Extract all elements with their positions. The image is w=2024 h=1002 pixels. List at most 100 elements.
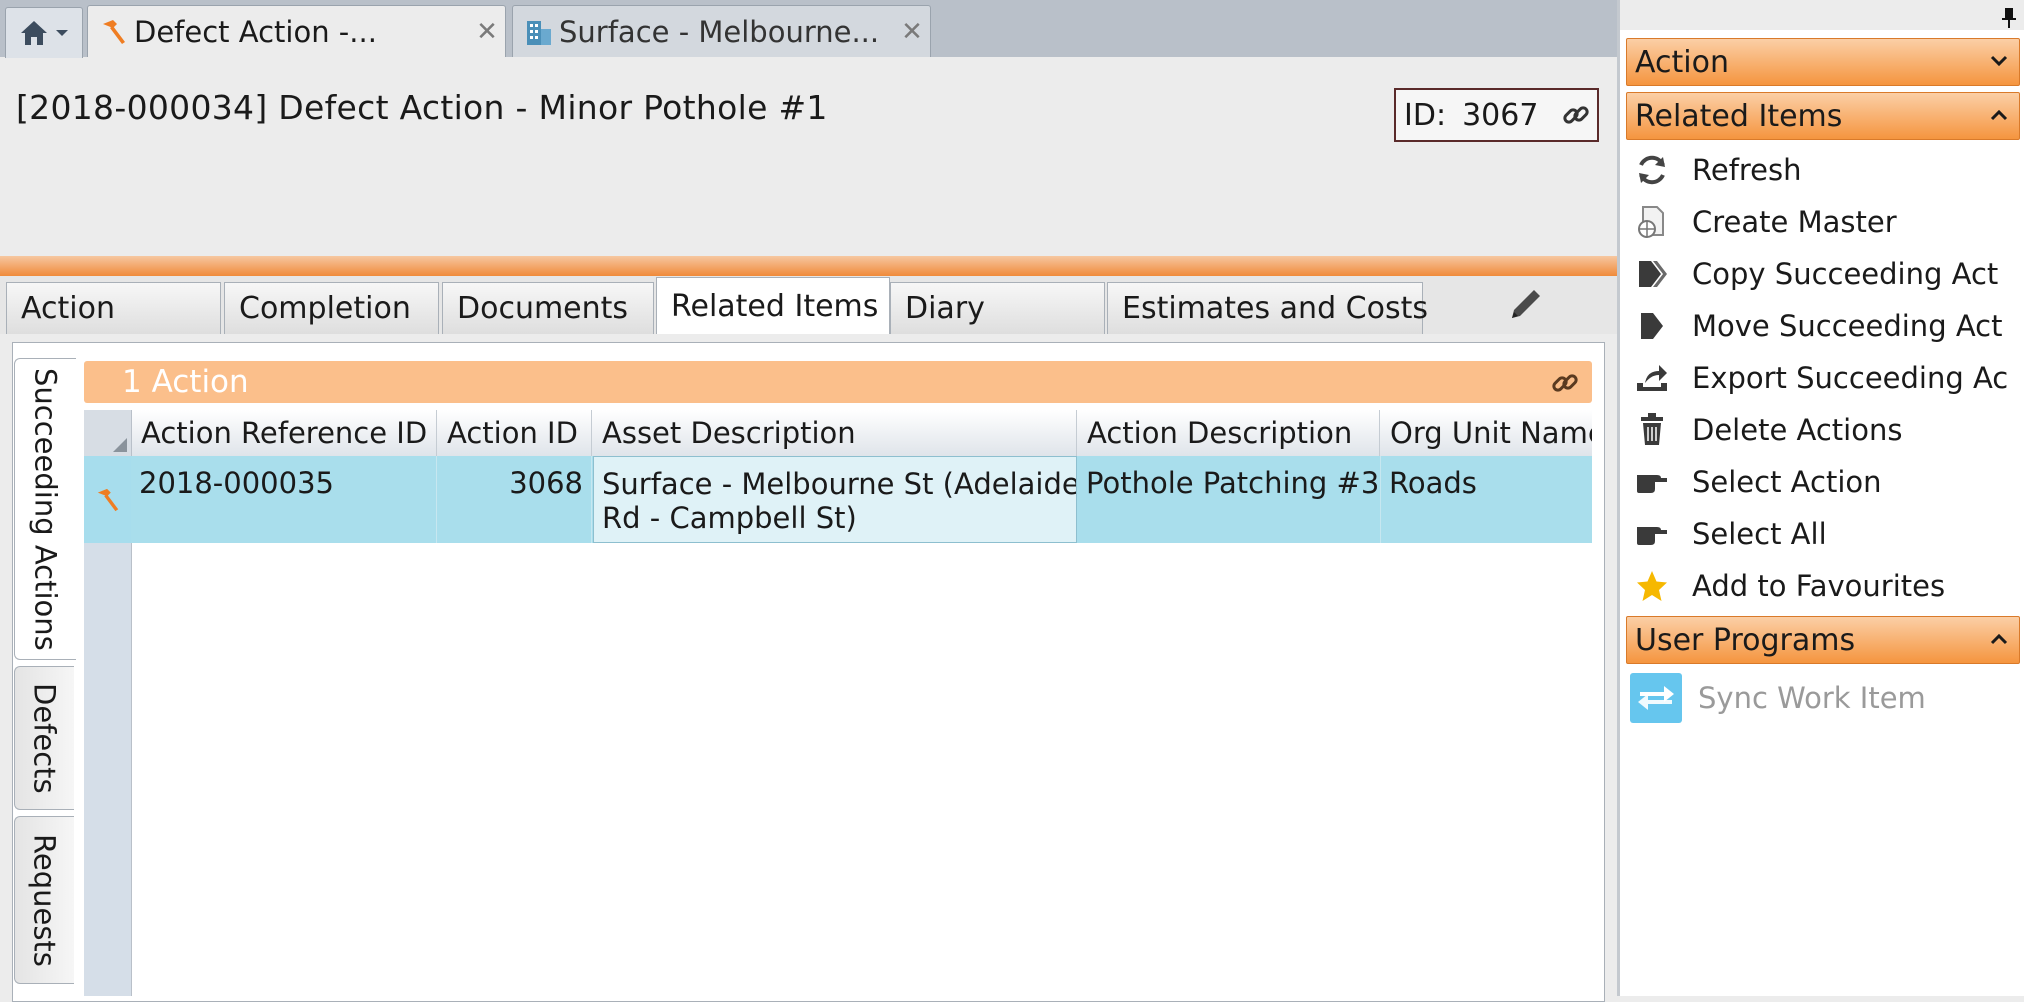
close-icon[interactable]: ✕: [894, 17, 930, 47]
tab-label: Estimates and Costs: [1122, 291, 1428, 326]
star-icon: [1630, 566, 1674, 606]
section-header-action[interactable]: Action: [1626, 38, 2020, 86]
cell-action-id[interactable]: 3068: [437, 456, 592, 543]
copy-succeeding-icon: [1630, 254, 1674, 294]
table-row[interactable]: 2018-000035 3068 Surface - Melbourne St …: [131, 456, 1592, 543]
menu-item-label: Create Master: [1692, 205, 1897, 239]
close-icon[interactable]: ✕: [469, 17, 505, 47]
column-header-action-id[interactable]: Action ID: [437, 410, 592, 456]
record-id-box: ID: 3067: [1394, 88, 1599, 142]
menu-item-move-succeeding[interactable]: Move Succeeding Act: [1626, 300, 2020, 352]
tab-label: Related Items: [671, 288, 879, 324]
menu-item-label: Add to Favourites: [1692, 569, 1946, 603]
tab-related-items[interactable]: Related Items: [656, 277, 890, 334]
doc-tab-label: Surface - Melbourne...: [559, 14, 880, 49]
tab-label: Action: [21, 291, 115, 326]
vtab-defects[interactable]: Defects: [14, 666, 74, 810]
id-value: 3067: [1462, 97, 1539, 133]
menu-item-label: Move Succeeding Act: [1692, 309, 2003, 343]
id-label: ID:: [1404, 97, 1447, 133]
doc-tab-defect-action[interactable]: Defect Action -... ✕: [87, 5, 506, 57]
tab-documents[interactable]: Documents: [442, 282, 654, 334]
section-label: User Programs: [1635, 622, 1856, 658]
column-header-action-description[interactable]: Action Description: [1077, 410, 1380, 456]
section-label: Related Items: [1635, 98, 1843, 134]
pointing-hand-icon: [1630, 462, 1674, 502]
chevron-up-icon: [1989, 629, 2009, 649]
move-succeeding-icon: [1630, 306, 1674, 346]
document-tab-bar: Defect Action -... ✕ Surface - Melbourne…: [0, 0, 1617, 58]
menu-item-sync-work-item[interactable]: Sync Work Item: [1626, 670, 2020, 726]
section-header-related-items[interactable]: Related Items: [1626, 92, 2020, 140]
cell-org-unit-name[interactable]: Roads: [1381, 456, 1592, 543]
refresh-icon: [1630, 150, 1674, 190]
menu-item-label: Delete Actions: [1692, 413, 1903, 447]
vtab-succeeding-actions[interactable]: Succeeding Actions: [14, 358, 76, 660]
section-header-user-programs[interactable]: User Programs: [1626, 616, 2020, 664]
chevron-down-icon: [1989, 51, 2009, 71]
menu-item-label: Export Succeeding Ac: [1692, 361, 2009, 395]
menu-item-refresh[interactable]: Refresh: [1626, 144, 2020, 196]
asset-description-line: Surface - Melbourne St (Adelaide: [602, 467, 1077, 501]
sync-icon: [1630, 673, 1682, 723]
menu-item-export-succeeding[interactable]: Export Succeeding Ac: [1626, 352, 2020, 404]
page-title: [2018-000034] Defect Action - Minor Poth…: [16, 88, 828, 127]
trash-icon: [1630, 410, 1674, 450]
tab-label: Diary: [905, 291, 985, 326]
cell-action-description[interactable]: Pothole Patching #3: [1078, 456, 1381, 543]
row-indicator[interactable]: [84, 456, 131, 543]
export-icon: [1630, 358, 1674, 398]
edit-pencil-icon[interactable]: [1506, 284, 1546, 324]
pin-icon[interactable]: [2002, 8, 2016, 28]
tab-label: Documents: [457, 291, 629, 326]
tab-diary[interactable]: Diary: [890, 282, 1105, 334]
column-header-asset-description[interactable]: Asset Description: [592, 410, 1077, 456]
side-action-panel: Action Related Items Refresh Create Mast…: [1617, 0, 2024, 996]
menu-item-add-to-favourites[interactable]: Add to Favourites: [1626, 560, 2020, 612]
menu-item-label: Sync Work Item: [1698, 681, 1926, 715]
tab-action[interactable]: Action: [6, 282, 221, 334]
column-header-org-unit-name[interactable]: Org Unit Name: [1380, 410, 1592, 456]
menu-item-create-master[interactable]: Create Master: [1626, 196, 2020, 248]
section-label: Action: [1635, 44, 1729, 80]
asset-description-line: Rd - Campbell St): [602, 501, 857, 535]
section-tab-bar: Action Completion Documents Related Item…: [0, 276, 1617, 334]
vtab-requests[interactable]: Requests: [14, 816, 74, 984]
column-header-action-reference-id[interactable]: Action Reference ID: [131, 410, 437, 456]
header-accent-strip: [0, 256, 1617, 276]
menu-item-select-all[interactable]: Select All: [1626, 508, 2020, 560]
building-icon: [525, 17, 553, 47]
menu-item-label: Select Action: [1692, 465, 1882, 499]
home-menu-button[interactable]: [5, 7, 83, 58]
home-icon: [19, 19, 49, 47]
hammer-icon: [100, 18, 128, 46]
cell-asset-description[interactable]: Surface - Melbourne St (Adelaide Rd - Ca…: [593, 456, 1077, 543]
chevron-down-icon: [55, 28, 69, 38]
menu-item-copy-succeeding[interactable]: Copy Succeeding Act: [1626, 248, 2020, 300]
side-panel-top: [1620, 0, 2024, 30]
tab-estimates-and-costs[interactable]: Estimates and Costs: [1107, 282, 1428, 334]
menu-item-select-action[interactable]: Select Action: [1626, 456, 2020, 508]
select-all-corner[interactable]: [84, 410, 132, 456]
chevron-up-icon: [1989, 105, 2009, 125]
hammer-icon: [95, 487, 121, 513]
menu-item-delete-actions[interactable]: Delete Actions: [1626, 404, 2020, 456]
menu-item-label: Refresh: [1692, 153, 1802, 187]
grid-header-row: Action Reference ID Action ID Asset Desc…: [84, 410, 1592, 457]
cell-action-reference-id[interactable]: 2018-000035: [131, 456, 437, 543]
pointing-hand-icon: [1630, 514, 1674, 554]
link-icon[interactable]: [1561, 100, 1591, 130]
doc-tab-label: Defect Action -...: [134, 14, 377, 49]
create-master-icon: [1630, 202, 1674, 242]
doc-tab-surface[interactable]: Surface - Melbourne... ✕: [512, 5, 931, 57]
group-label: 1 Action: [122, 364, 249, 400]
tab-label: Completion: [239, 291, 411, 326]
menu-item-label: Copy Succeeding Act: [1692, 257, 1999, 291]
tab-completion[interactable]: Completion: [224, 282, 439, 334]
link-icon[interactable]: [1550, 368, 1580, 398]
row-selector-column: [84, 456, 132, 996]
vtab-label: Requests: [27, 833, 62, 967]
vtab-label: Defects: [27, 682, 62, 794]
vtab-label: Succeeding Actions: [28, 367, 63, 651]
menu-item-label: Select All: [1692, 517, 1827, 551]
